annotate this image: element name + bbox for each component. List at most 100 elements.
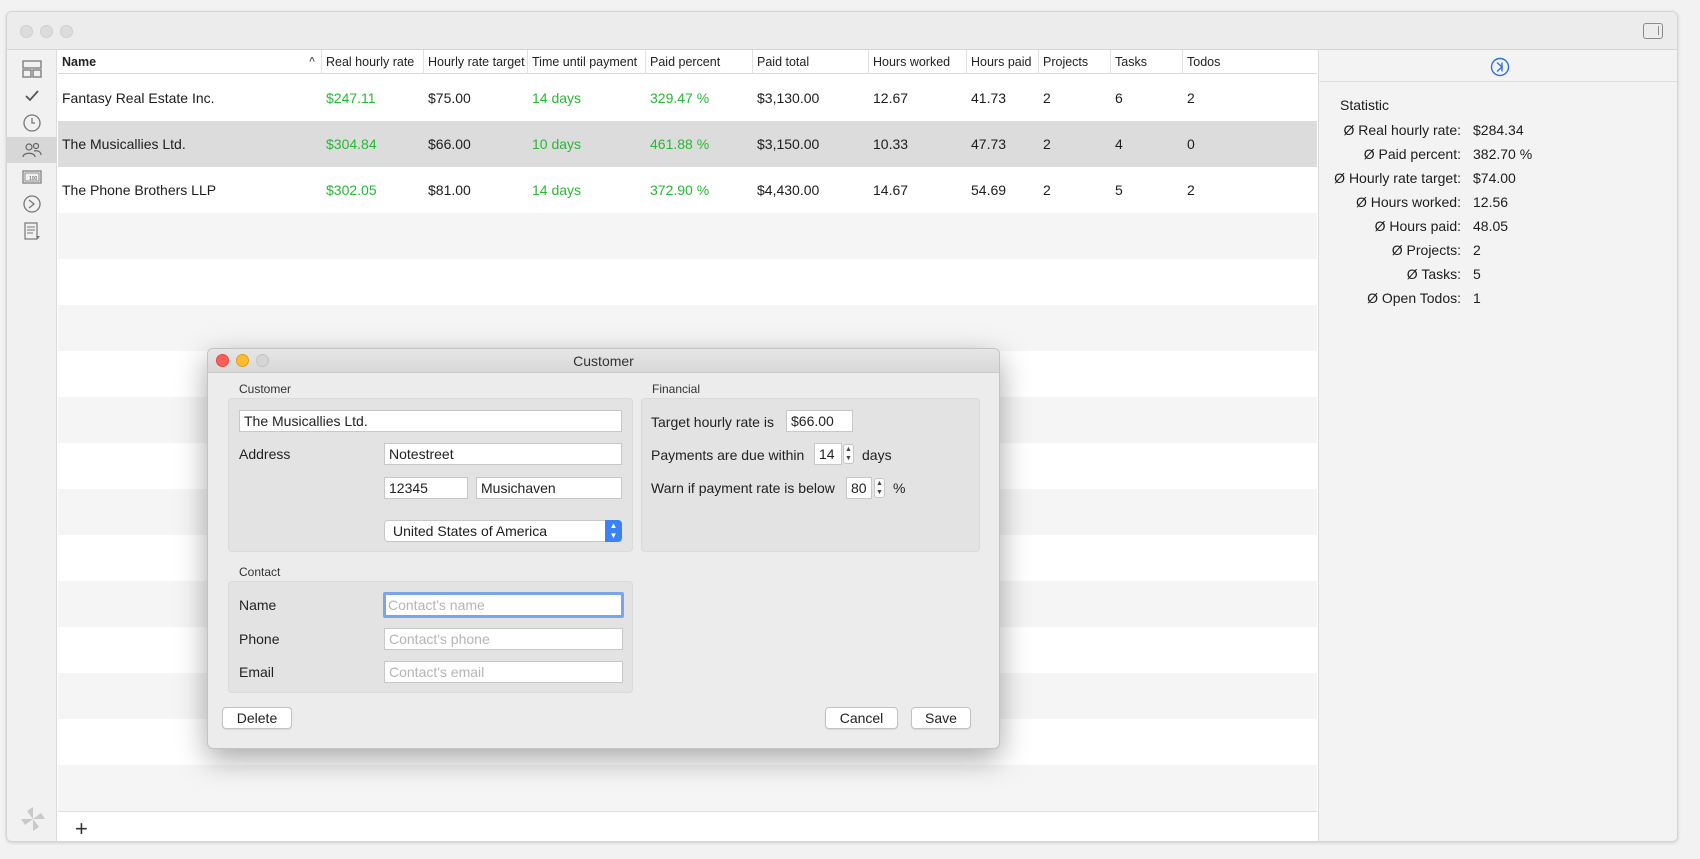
- pinwheel-icon: [21, 807, 45, 831]
- contact-phone-field[interactable]: [384, 628, 623, 650]
- column-header-tasks[interactable]: Tasks: [1111, 50, 1183, 74]
- contact-name-field[interactable]: [383, 592, 624, 618]
- contact-phone-label: Phone: [239, 631, 280, 647]
- cell-todos: 2: [1187, 182, 1195, 198]
- statistic-panel: Statistic Ø Real hourly rate: $284.34 Ø P…: [1318, 50, 1677, 841]
- sidebar: 100: [7, 50, 57, 841]
- cell-name: The Musicallies Ltd.: [62, 136, 186, 152]
- table-row-selected[interactable]: The Musicallies Ltd. $304.84 $66.00 10 d…: [58, 121, 1317, 167]
- stat-label: Ø Tasks:: [1406, 266, 1461, 282]
- cell-hourly-rate-target: $66.00: [428, 136, 471, 152]
- column-header-name[interactable]: Name ^: [58, 50, 322, 74]
- cell-paid-total: $4,430.00: [757, 182, 820, 198]
- cell-hourly-rate-target: $81.00: [428, 182, 471, 198]
- target-rate-field[interactable]: [786, 410, 853, 432]
- cell-paid-percent: 372.90 %: [650, 182, 710, 198]
- empty-row: [58, 259, 1317, 305]
- table-header: Name ^ Real hourly rate Hourly rate targe…: [58, 50, 1317, 74]
- window-minimize-button[interactable]: [40, 25, 53, 38]
- cell-hours-paid: 54.69: [971, 182, 1007, 198]
- dashboard-icon[interactable]: [7, 56, 57, 82]
- stat-row: Ø Paid percent: 382.70 %: [1319, 142, 1677, 166]
- column-header-hours-paid[interactable]: Hours paid: [967, 50, 1039, 74]
- document-icon[interactable]: [7, 218, 57, 244]
- stat-value: 48.05: [1473, 218, 1509, 234]
- column-header-hours-worked[interactable]: Hours worked: [869, 50, 967, 74]
- address-label: Address: [239, 446, 291, 462]
- cell-time-until-payment: 10 days: [532, 136, 582, 152]
- stat-value: 382.70 %: [1473, 146, 1533, 162]
- cell-paid-total: $3,150.00: [757, 136, 820, 152]
- contact-email-label: Email: [239, 664, 275, 680]
- cell-todos: 0: [1187, 136, 1195, 152]
- clock-icon[interactable]: [7, 110, 57, 136]
- stat-label: Ø Hourly rate target:: [1334, 170, 1461, 186]
- payment-due-field[interactable]: [814, 443, 842, 465]
- window-zoom-button[interactable]: [60, 25, 73, 38]
- dialog-title-bar: Customer: [208, 349, 999, 373]
- sort-ascending-icon: ^: [309, 56, 315, 67]
- table-row[interactable]: Fantasy Real Estate Inc. $247.11 $75.00 …: [58, 75, 1317, 121]
- stat-label: Ø Hours worked:: [1355, 194, 1461, 210]
- stat-label: Ø Paid percent:: [1363, 146, 1461, 162]
- title-bar: [7, 12, 1677, 50]
- invoice-icon[interactable]: 100: [7, 164, 57, 190]
- collapse-arrow-icon[interactable]: [1489, 56, 1511, 78]
- city-field[interactable]: [476, 477, 622, 499]
- empty-row: [58, 213, 1317, 259]
- cell-time-until-payment: 14 days: [532, 182, 582, 198]
- cell-hours-worked: 10.33: [873, 136, 909, 152]
- window-close-button[interactable]: [20, 25, 33, 38]
- column-header-real-hourly-rate[interactable]: Real hourly rate: [322, 50, 424, 74]
- cell-paid-total: $3,130.00: [757, 90, 820, 106]
- cell-projects: 2: [1043, 136, 1051, 152]
- contact-name-label: Name: [239, 597, 277, 613]
- cell-name: Fantasy Real Estate Inc.: [62, 90, 215, 106]
- empty-row: [58, 765, 1317, 811]
- cell-tasks: 6: [1115, 90, 1123, 106]
- country-select[interactable]: United States of America ▲ ▼: [384, 520, 622, 542]
- column-header-paid-percent[interactable]: Paid percent: [646, 50, 753, 74]
- save-button[interactable]: Save: [911, 707, 971, 729]
- customers-icon[interactable]: [7, 137, 57, 163]
- warn-rate-stepper[interactable]: ▲ ▼: [874, 478, 885, 498]
- cell-hourly-rate-target: $75.00: [428, 90, 471, 106]
- stat-row: Ø Hourly rate target: $74.00: [1319, 166, 1677, 190]
- column-header-todos[interactable]: Todos: [1183, 50, 1317, 74]
- payment-due-stepper[interactable]: ▲ ▼: [843, 444, 854, 464]
- warn-rate-field[interactable]: [846, 477, 872, 499]
- stat-value: 1: [1473, 290, 1481, 306]
- contact-email-field[interactable]: [384, 661, 623, 683]
- cell-real-hourly-rate: $247.11: [326, 90, 376, 106]
- add-customer-button[interactable]: +: [75, 816, 88, 841]
- payment-due-unit: days: [862, 447, 892, 463]
- table-row[interactable]: The Phone Brothers LLP $302.05 $81.00 14…: [58, 167, 1317, 213]
- cell-todos: 2: [1187, 90, 1195, 106]
- stat-value: 2: [1473, 242, 1481, 258]
- column-header-hourly-rate-target[interactable]: Hourly rate target: [424, 50, 528, 74]
- cell-hours-paid: 41.73: [971, 90, 1007, 106]
- delete-button[interactable]: Delete: [222, 707, 292, 729]
- cell-hours-worked: 12.67: [873, 90, 909, 106]
- stat-label: Ø Hours paid:: [1374, 218, 1461, 234]
- customer-name-field[interactable]: [239, 410, 622, 432]
- cancel-button[interactable]: Cancel: [825, 707, 898, 729]
- reports-icon[interactable]: [7, 191, 57, 217]
- stat-row: Ø Open Todos: 1: [1319, 286, 1677, 310]
- column-header-time-until-payment[interactable]: Time until payment: [528, 50, 646, 74]
- stat-row: Ø Projects: 2: [1319, 238, 1677, 262]
- zip-field[interactable]: [384, 477, 468, 499]
- dialog-title: Customer: [573, 353, 634, 369]
- target-rate-label: Target hourly rate is: [651, 414, 774, 430]
- sidebar-toggle-icon[interactable]: [1643, 23, 1663, 39]
- column-header-projects[interactable]: Projects: [1039, 50, 1111, 74]
- stat-label: Ø Real hourly rate:: [1343, 122, 1462, 138]
- customer-group-label: Customer: [239, 382, 292, 396]
- street-field[interactable]: [384, 443, 622, 465]
- stat-row: Ø Hours paid: 48.05: [1319, 214, 1677, 238]
- stat-value: 12.56: [1473, 194, 1509, 210]
- stat-value: 5: [1473, 266, 1481, 282]
- column-header-paid-total[interactable]: Paid total: [753, 50, 869, 74]
- checkmark-icon[interactable]: [7, 83, 57, 109]
- cell-paid-percent: 461.88 %: [650, 136, 710, 152]
